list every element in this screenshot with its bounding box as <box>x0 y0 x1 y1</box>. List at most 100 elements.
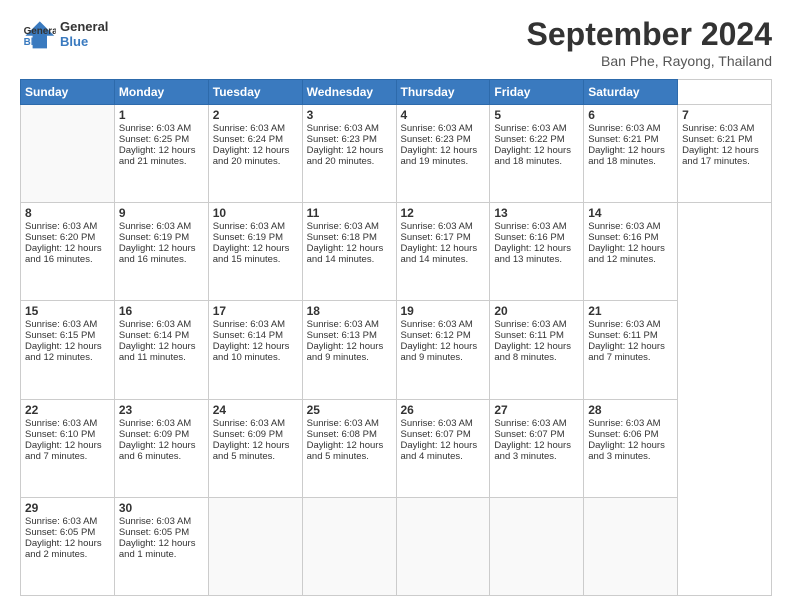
sunset-text: Sunset: 6:16 PM <box>494 232 579 243</box>
calendar-cell <box>490 497 584 595</box>
sunset-text: Sunset: 6:19 PM <box>213 232 298 243</box>
sunrise-text: Sunrise: 6:03 AM <box>119 123 204 134</box>
sunrise-text: Sunrise: 6:03 AM <box>401 418 486 429</box>
sunset-text: Sunset: 6:18 PM <box>307 232 392 243</box>
day-number: 26 <box>401 403 486 417</box>
sunset-text: Sunset: 6:23 PM <box>401 134 486 145</box>
calendar-cell: 27Sunrise: 6:03 AMSunset: 6:07 PMDayligh… <box>490 399 584 497</box>
logo: General Blue General Blue <box>20 16 108 52</box>
day-number: 11 <box>307 206 392 220</box>
sunrise-text: Sunrise: 6:03 AM <box>213 418 298 429</box>
sunset-text: Sunset: 6:10 PM <box>25 429 110 440</box>
sunrise-text: Sunrise: 6:03 AM <box>588 221 673 232</box>
calendar-cell <box>302 497 396 595</box>
title-block: September 2024 Ban Phe, Rayong, Thailand <box>527 16 772 69</box>
calendar-cell: 18Sunrise: 6:03 AMSunset: 6:13 PMDayligh… <box>302 301 396 399</box>
calendar-cell: 8Sunrise: 6:03 AMSunset: 6:20 PMDaylight… <box>21 203 115 301</box>
day-number: 19 <box>401 304 486 318</box>
calendar-cell: 25Sunrise: 6:03 AMSunset: 6:08 PMDayligh… <box>302 399 396 497</box>
sunrise-text: Sunrise: 6:03 AM <box>494 319 579 330</box>
day-number: 1 <box>119 108 204 122</box>
calendar-cell: 1Sunrise: 6:03 AMSunset: 6:25 PMDaylight… <box>114 105 208 203</box>
sunrise-text: Sunrise: 6:03 AM <box>401 221 486 232</box>
day-number: 22 <box>25 403 110 417</box>
day-number: 13 <box>494 206 579 220</box>
daylight-text: Daylight: 12 hours and 18 minutes. <box>588 145 673 167</box>
day-number: 2 <box>213 108 298 122</box>
sunset-text: Sunset: 6:19 PM <box>119 232 204 243</box>
sunrise-text: Sunrise: 6:03 AM <box>588 418 673 429</box>
daylight-text: Daylight: 12 hours and 5 minutes. <box>213 440 298 462</box>
sunset-text: Sunset: 6:16 PM <box>588 232 673 243</box>
sunrise-text: Sunrise: 6:03 AM <box>307 319 392 330</box>
calendar-cell: 26Sunrise: 6:03 AMSunset: 6:07 PMDayligh… <box>396 399 490 497</box>
sunrise-text: Sunrise: 6:03 AM <box>119 418 204 429</box>
daylight-text: Daylight: 12 hours and 18 minutes. <box>494 145 579 167</box>
sunset-text: Sunset: 6:24 PM <box>213 134 298 145</box>
day-number: 3 <box>307 108 392 122</box>
sunrise-text: Sunrise: 6:03 AM <box>25 418 110 429</box>
day-number: 16 <box>119 304 204 318</box>
daylight-text: Daylight: 12 hours and 9 minutes. <box>307 341 392 363</box>
header-row: SundayMondayTuesdayWednesdayThursdayFrid… <box>21 80 772 105</box>
day-header-saturday: Saturday <box>584 80 678 105</box>
sunset-text: Sunset: 6:21 PM <box>588 134 673 145</box>
sunset-text: Sunset: 6:22 PM <box>494 134 579 145</box>
sunrise-text: Sunrise: 6:03 AM <box>25 516 110 527</box>
daylight-text: Daylight: 12 hours and 12 minutes. <box>25 341 110 363</box>
day-number: 12 <box>401 206 486 220</box>
calendar-cell: 9Sunrise: 6:03 AMSunset: 6:19 PMDaylight… <box>114 203 208 301</box>
sunset-text: Sunset: 6:07 PM <box>494 429 579 440</box>
logo-line2: Blue <box>60 34 108 49</box>
page: General Blue General Blue September 2024… <box>0 0 792 612</box>
daylight-text: Daylight: 12 hours and 10 minutes. <box>213 341 298 363</box>
daylight-text: Daylight: 12 hours and 15 minutes. <box>213 243 298 265</box>
daylight-text: Daylight: 12 hours and 3 minutes. <box>494 440 579 462</box>
sunset-text: Sunset: 6:14 PM <box>213 330 298 341</box>
calendar-cell: 19Sunrise: 6:03 AMSunset: 6:12 PMDayligh… <box>396 301 490 399</box>
sunset-text: Sunset: 6:25 PM <box>119 134 204 145</box>
daylight-text: Daylight: 12 hours and 7 minutes. <box>25 440 110 462</box>
sunset-text: Sunset: 6:15 PM <box>25 330 110 341</box>
sunset-text: Sunset: 6:20 PM <box>25 232 110 243</box>
day-number: 20 <box>494 304 579 318</box>
day-number: 10 <box>213 206 298 220</box>
calendar-cell: 15Sunrise: 6:03 AMSunset: 6:15 PMDayligh… <box>21 301 115 399</box>
sunset-text: Sunset: 6:09 PM <box>119 429 204 440</box>
logo-line1: General <box>60 19 108 34</box>
day-number: 5 <box>494 108 579 122</box>
sunrise-text: Sunrise: 6:03 AM <box>588 123 673 134</box>
sunset-text: Sunset: 6:08 PM <box>307 429 392 440</box>
week-row-4: 29Sunrise: 6:03 AMSunset: 6:05 PMDayligh… <box>21 497 772 595</box>
location: Ban Phe, Rayong, Thailand <box>527 53 772 69</box>
day-number: 15 <box>25 304 110 318</box>
sunrise-text: Sunrise: 6:03 AM <box>213 123 298 134</box>
day-number: 23 <box>119 403 204 417</box>
calendar-cell <box>584 497 678 595</box>
daylight-text: Daylight: 12 hours and 5 minutes. <box>307 440 392 462</box>
svg-text:General: General <box>24 26 56 37</box>
calendar-cell: 3Sunrise: 6:03 AMSunset: 6:23 PMDaylight… <box>302 105 396 203</box>
sunrise-text: Sunrise: 6:03 AM <box>682 123 767 134</box>
calendar-cell: 21Sunrise: 6:03 AMSunset: 6:11 PMDayligh… <box>584 301 678 399</box>
daylight-text: Daylight: 12 hours and 16 minutes. <box>25 243 110 265</box>
daylight-text: Daylight: 12 hours and 2 minutes. <box>25 538 110 560</box>
daylight-text: Daylight: 12 hours and 16 minutes. <box>119 243 204 265</box>
day-number: 30 <box>119 501 204 515</box>
day-number: 21 <box>588 304 673 318</box>
calendar-cell: 13Sunrise: 6:03 AMSunset: 6:16 PMDayligh… <box>490 203 584 301</box>
calendar-cell: 28Sunrise: 6:03 AMSunset: 6:06 PMDayligh… <box>584 399 678 497</box>
day-number: 17 <box>213 304 298 318</box>
daylight-text: Daylight: 12 hours and 21 minutes. <box>119 145 204 167</box>
daylight-text: Daylight: 12 hours and 8 minutes. <box>494 341 579 363</box>
day-number: 29 <box>25 501 110 515</box>
day-header-thursday: Thursday <box>396 80 490 105</box>
day-number: 7 <box>682 108 767 122</box>
day-number: 24 <box>213 403 298 417</box>
logo-icon: General Blue <box>20 16 56 52</box>
sunset-text: Sunset: 6:09 PM <box>213 429 298 440</box>
sunrise-text: Sunrise: 6:03 AM <box>119 516 204 527</box>
day-number: 9 <box>119 206 204 220</box>
day-header-friday: Friday <box>490 80 584 105</box>
sunrise-text: Sunrise: 6:03 AM <box>494 418 579 429</box>
